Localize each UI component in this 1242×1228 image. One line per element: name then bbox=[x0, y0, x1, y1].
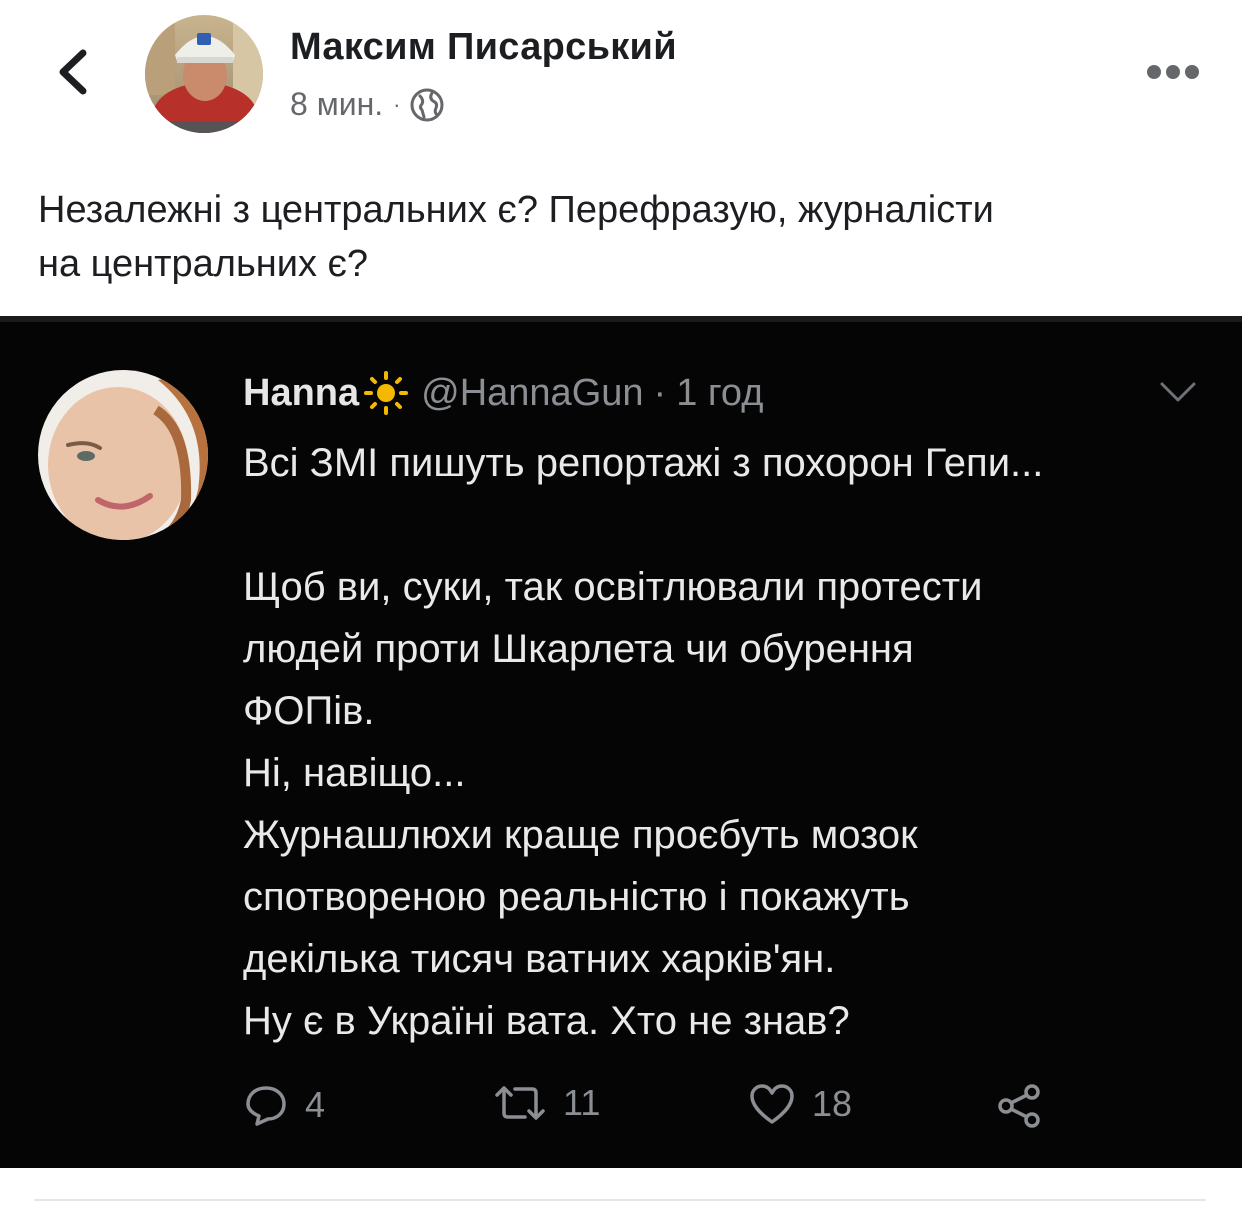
retweet-icon bbox=[495, 1086, 545, 1120]
tweet-text: Всі ЗМІ пишуть репортажі з похорон Гепи.… bbox=[243, 441, 1044, 1043]
tweet-avatar bbox=[38, 370, 208, 540]
reply-button[interactable]: 4 bbox=[243, 1082, 325, 1128]
tweet-actions: 4 11 18 bbox=[243, 1082, 1063, 1142]
post-meta: 8 мин. · bbox=[290, 86, 444, 123]
tweet-time-separator: · bbox=[653, 371, 667, 414]
post-time[interactable]: 8 мин. bbox=[290, 86, 383, 123]
like-count: 18 bbox=[812, 1083, 853, 1124]
tweet-handle[interactable]: @HannaGun bbox=[421, 372, 643, 415]
more-dots-icon bbox=[1147, 65, 1161, 79]
globe-icon bbox=[410, 88, 444, 121]
tweet-header: Hanna @HannaGun · 1 год bbox=[243, 370, 763, 416]
author-avatar[interactable] bbox=[145, 15, 263, 133]
tweet-time: 1 год bbox=[676, 371, 764, 414]
like-button[interactable]: 18 bbox=[748, 1082, 852, 1126]
heart-icon bbox=[750, 1084, 794, 1124]
reply-icon bbox=[246, 1086, 286, 1126]
author-name[interactable]: Максим Писарський bbox=[290, 26, 677, 69]
meta-separator: · bbox=[393, 91, 401, 117]
chevron-left-icon bbox=[59, 49, 87, 95]
back-button[interactable] bbox=[48, 44, 96, 100]
chevron-down-icon[interactable] bbox=[1158, 378, 1198, 408]
post-divider bbox=[34, 1199, 1206, 1201]
share-button[interactable] bbox=[995, 1082, 1043, 1130]
sun-icon bbox=[364, 371, 409, 415]
share-icon bbox=[998, 1084, 1040, 1128]
more-options-button[interactable] bbox=[1138, 52, 1208, 92]
reply-count: 4 bbox=[305, 1084, 326, 1125]
tweet-author-name[interactable]: Hanna bbox=[243, 372, 359, 415]
post-text: Незалежні з центральних є? Перефразую, ж… bbox=[38, 189, 994, 285]
retweet-button[interactable]: 11 bbox=[493, 1082, 600, 1124]
retweet-count: 11 bbox=[563, 1082, 601, 1123]
tweet-image[interactable]: Hanna @HannaGun · 1 год Всі ЗМІ пишуть р… bbox=[0, 316, 1242, 1168]
